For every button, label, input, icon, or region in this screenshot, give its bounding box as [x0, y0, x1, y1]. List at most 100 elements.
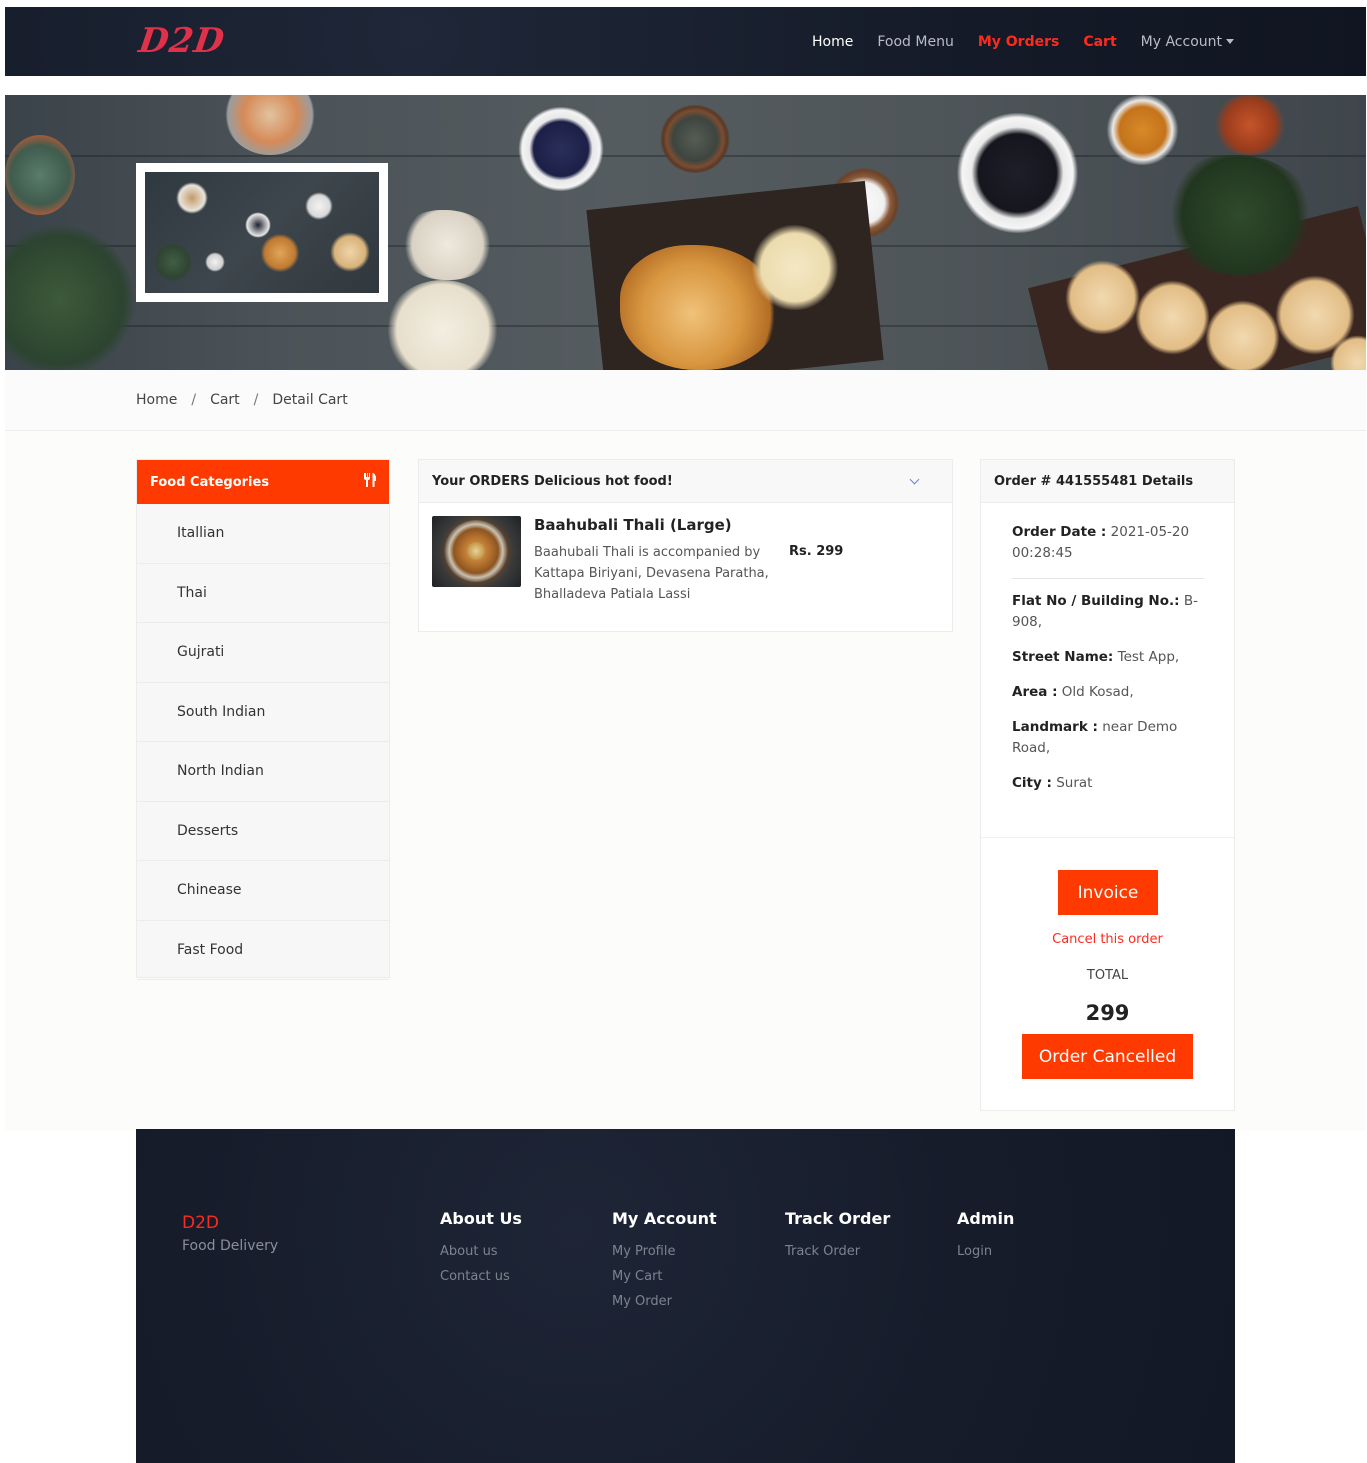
footer-about-title: About Us	[440, 1209, 522, 1228]
footer-account-title: My Account	[612, 1209, 717, 1228]
hero-blackberry-bowl	[955, 113, 1080, 233]
orders-panel: Your ORDERS Delicious hot food! Baahubal…	[418, 459, 953, 632]
nav-food-menu[interactable]: Food Menu	[877, 34, 953, 50]
total-label: TOTAL	[1086, 968, 1129, 983]
area-row: Area : Old Kosad,	[1012, 682, 1204, 703]
caret-down-icon	[1226, 39, 1234, 44]
orders-panel-header[interactable]: Your ORDERS Delicious hot food!	[419, 460, 952, 503]
footer-admin-column: Admin Login	[957, 1209, 1014, 1269]
category-gujrati[interactable]: Gujrati	[137, 623, 389, 683]
category-thai[interactable]: Thai	[137, 564, 389, 623]
item-description: Baahubali Thali is accompanied by Kattap…	[534, 545, 769, 602]
cancel-order-link[interactable]: Cancel this order	[981, 932, 1234, 947]
street-label: Street Name:	[1012, 649, 1114, 665]
hero-thumbnail-image	[145, 172, 379, 293]
breadcrumb-detail-cart: Detail Cart	[272, 392, 348, 408]
street-row: Street Name: Test App,	[1012, 647, 1204, 668]
breadcrumb: Home / Cart / Detail Cart	[136, 392, 348, 408]
chevron-down-icon[interactable]	[909, 474, 920, 484]
footer-link-about[interactable]: About us	[440, 1244, 522, 1259]
order-date-row: Order Date : 2021-05-20 00:28:45	[1012, 522, 1204, 564]
landmark-label: Landmark :	[1012, 719, 1098, 735]
cutlery-icon	[363, 472, 377, 492]
thumb-cup	[205, 252, 225, 272]
hero-jar	[225, 95, 315, 155]
footer: D2D Food Delivery About Us About us Cont…	[136, 1129, 1235, 1463]
details-divider	[1012, 578, 1204, 579]
breadcrumb-cart[interactable]: Cart	[210, 392, 240, 408]
thali-image	[432, 516, 521, 587]
hero-blueberry-bowl	[517, 107, 605, 191]
category-itallian[interactable]: Itallian	[137, 504, 389, 564]
thumb-bowl	[245, 212, 271, 238]
hero-succulent	[5, 135, 75, 215]
landmark-row: Landmark : near Demo Road,	[1012, 717, 1204, 759]
thumb-bowl	[305, 192, 333, 220]
nav-my-account[interactable]: My Account	[1141, 34, 1234, 50]
area-value: Old Kosad,	[1061, 684, 1134, 700]
footer-link-contact[interactable]: Contact us	[440, 1269, 522, 1284]
category-chinease[interactable]: Chinease	[137, 861, 389, 921]
order-details-body: Order Date : 2021-05-20 00:28:45 Flat No…	[1012, 522, 1204, 808]
nav-my-account-label: My Account	[1140, 33, 1222, 50]
footer-account-column: My Account My Profile My Cart My Order	[612, 1209, 717, 1319]
breadcrumb-separator: /	[191, 392, 197, 408]
hero-jam-jar	[1210, 95, 1290, 155]
hero-cheese-wedge	[400, 210, 495, 280]
hero-pepper-bowl	[660, 105, 730, 173]
top-navbar: D2D Home Food Menu My Orders Cart My Acc…	[5, 7, 1366, 76]
city-value: Surat	[1056, 775, 1093, 791]
order-details-title: Order # 441555481 Details	[981, 460, 1234, 503]
food-categories-sidebar: Food Categories Itallian Thai Gujrati So…	[136, 459, 390, 980]
breadcrumb-home[interactable]: Home	[136, 392, 177, 408]
footer-brand[interactable]: D2D	[182, 1213, 219, 1233]
hero-pancake	[1205, 300, 1280, 370]
thumb-pancakes	[330, 232, 370, 272]
footer-link-cart[interactable]: My Cart	[612, 1269, 717, 1284]
area-label: Area :	[1012, 684, 1058, 700]
item-name: Baahubali Thali (Large)	[534, 516, 732, 534]
breadcrumb-separator: /	[253, 392, 259, 408]
footer-track-title: Track Order	[785, 1209, 891, 1228]
hero-greens	[1165, 155, 1315, 275]
breadcrumb-bar: Home / Cart / Detail Cart	[5, 370, 1366, 431]
nav-home[interactable]: Home	[812, 34, 853, 50]
logo[interactable]: D2D	[136, 21, 227, 61]
thumb-bread	[260, 234, 300, 272]
footer-track-column: Track Order Track Order	[785, 1209, 890, 1269]
orders-panel-title: Your ORDERS Delicious hot food!	[432, 473, 673, 489]
hero-cheese	[385, 280, 500, 370]
food-categories-title: Food Categories	[150, 474, 270, 490]
category-desserts[interactable]: Desserts	[137, 802, 389, 861]
category-fast-food[interactable]: Fast Food	[137, 921, 389, 980]
footer-link-login[interactable]: Login	[957, 1244, 1014, 1259]
hero-honey-bowl	[1105, 95, 1180, 165]
footer-link-track[interactable]: Track Order	[785, 1244, 890, 1259]
footer-about-column: About Us About us Contact us	[440, 1209, 522, 1294]
order-date-label: Order Date :	[1012, 524, 1107, 540]
nav-my-orders[interactable]: My Orders	[978, 34, 1060, 50]
details-divider	[981, 837, 1234, 838]
street-value: Test App,	[1117, 649, 1180, 665]
thumb-plate	[175, 182, 209, 214]
thumb-plant	[155, 242, 191, 282]
category-south-indian[interactable]: South Indian	[137, 683, 389, 742]
city-row: City : Surat	[1012, 773, 1204, 794]
flat-label: Flat No / Building No.:	[1012, 593, 1180, 609]
footer-link-order[interactable]: My Order	[612, 1294, 717, 1309]
order-details-panel: Order # 441555481 Details Order Date : 2…	[980, 459, 1235, 1111]
city-label: City :	[1012, 775, 1052, 791]
hero-banner	[5, 95, 1366, 370]
hero-butter	[750, 225, 840, 310]
nav-cart[interactable]: Cart	[1083, 34, 1116, 50]
invoice-button[interactable]: Invoice	[1058, 870, 1158, 915]
order-status-button[interactable]: Order Cancelled	[1022, 1034, 1193, 1079]
flat-row: Flat No / Building No.: B-908,	[1012, 591, 1204, 633]
item-price: Rs. 299	[789, 544, 844, 559]
footer-tagline: Food Delivery	[182, 1238, 279, 1254]
food-categories-header: Food Categories	[137, 460, 389, 504]
thali-center	[466, 542, 486, 560]
footer-link-profile[interactable]: My Profile	[612, 1244, 717, 1259]
hero-thumbnail-frame	[136, 163, 388, 302]
category-north-indian[interactable]: North Indian	[137, 742, 389, 802]
